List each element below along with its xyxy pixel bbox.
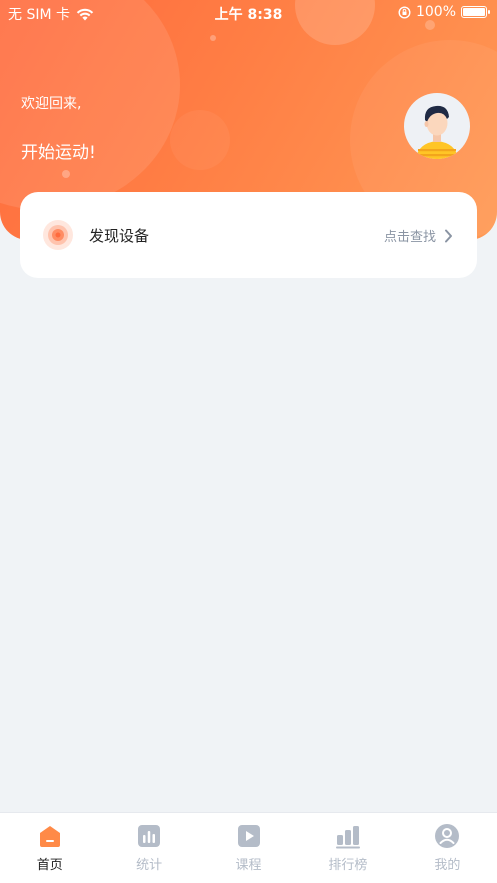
tab-ranking[interactable]: 排行榜: [298, 813, 397, 883]
greeting-text: 欢迎回来,: [21, 96, 82, 112]
tab-label: 首页: [36, 858, 63, 873]
orientation-lock-icon: [398, 5, 411, 19]
tab-label: 统计: [136, 858, 163, 873]
device-discovery-card[interactable]: 发现设备 点击查找: [20, 192, 477, 278]
battery-icon: [461, 6, 490, 18]
play-icon: [237, 825, 260, 847]
radar-icon: [43, 220, 73, 250]
find-device-link[interactable]: 点击查找: [384, 226, 453, 245]
tab-bar: 首页 统计 课程 排行榜 我的: [0, 812, 497, 883]
home-icon: [39, 826, 60, 847]
tab-stats[interactable]: 统计: [99, 813, 198, 883]
stats-icon: [138, 825, 161, 847]
tab-home[interactable]: 首页: [0, 813, 99, 883]
tab-profile[interactable]: 我的: [398, 813, 497, 883]
avatar[interactable]: [404, 93, 470, 159]
chevron-right-icon: [445, 229, 452, 242]
decor-dot: [62, 170, 70, 178]
find-device-label: 点击查找: [383, 230, 436, 245]
card-title: 发现设备: [89, 227, 150, 245]
status-bar: 无 SIM 卡 上午 8:38 100%: [0, 0, 497, 26]
tab-label: 我的: [434, 858, 461, 873]
ranking-icon: [335, 826, 360, 849]
profile-icon: [435, 824, 460, 848]
decor-bubble: [170, 110, 230, 170]
motto-text: 开始运动!: [21, 143, 96, 163]
decor-dot: [210, 35, 216, 41]
tab-label: 排行榜: [328, 858, 368, 873]
battery-percent: 100%: [415, 4, 456, 20]
user-avatar-icon: [416, 105, 458, 159]
tab-courses[interactable]: 课程: [199, 813, 298, 883]
tab-label: 课程: [235, 858, 262, 873]
